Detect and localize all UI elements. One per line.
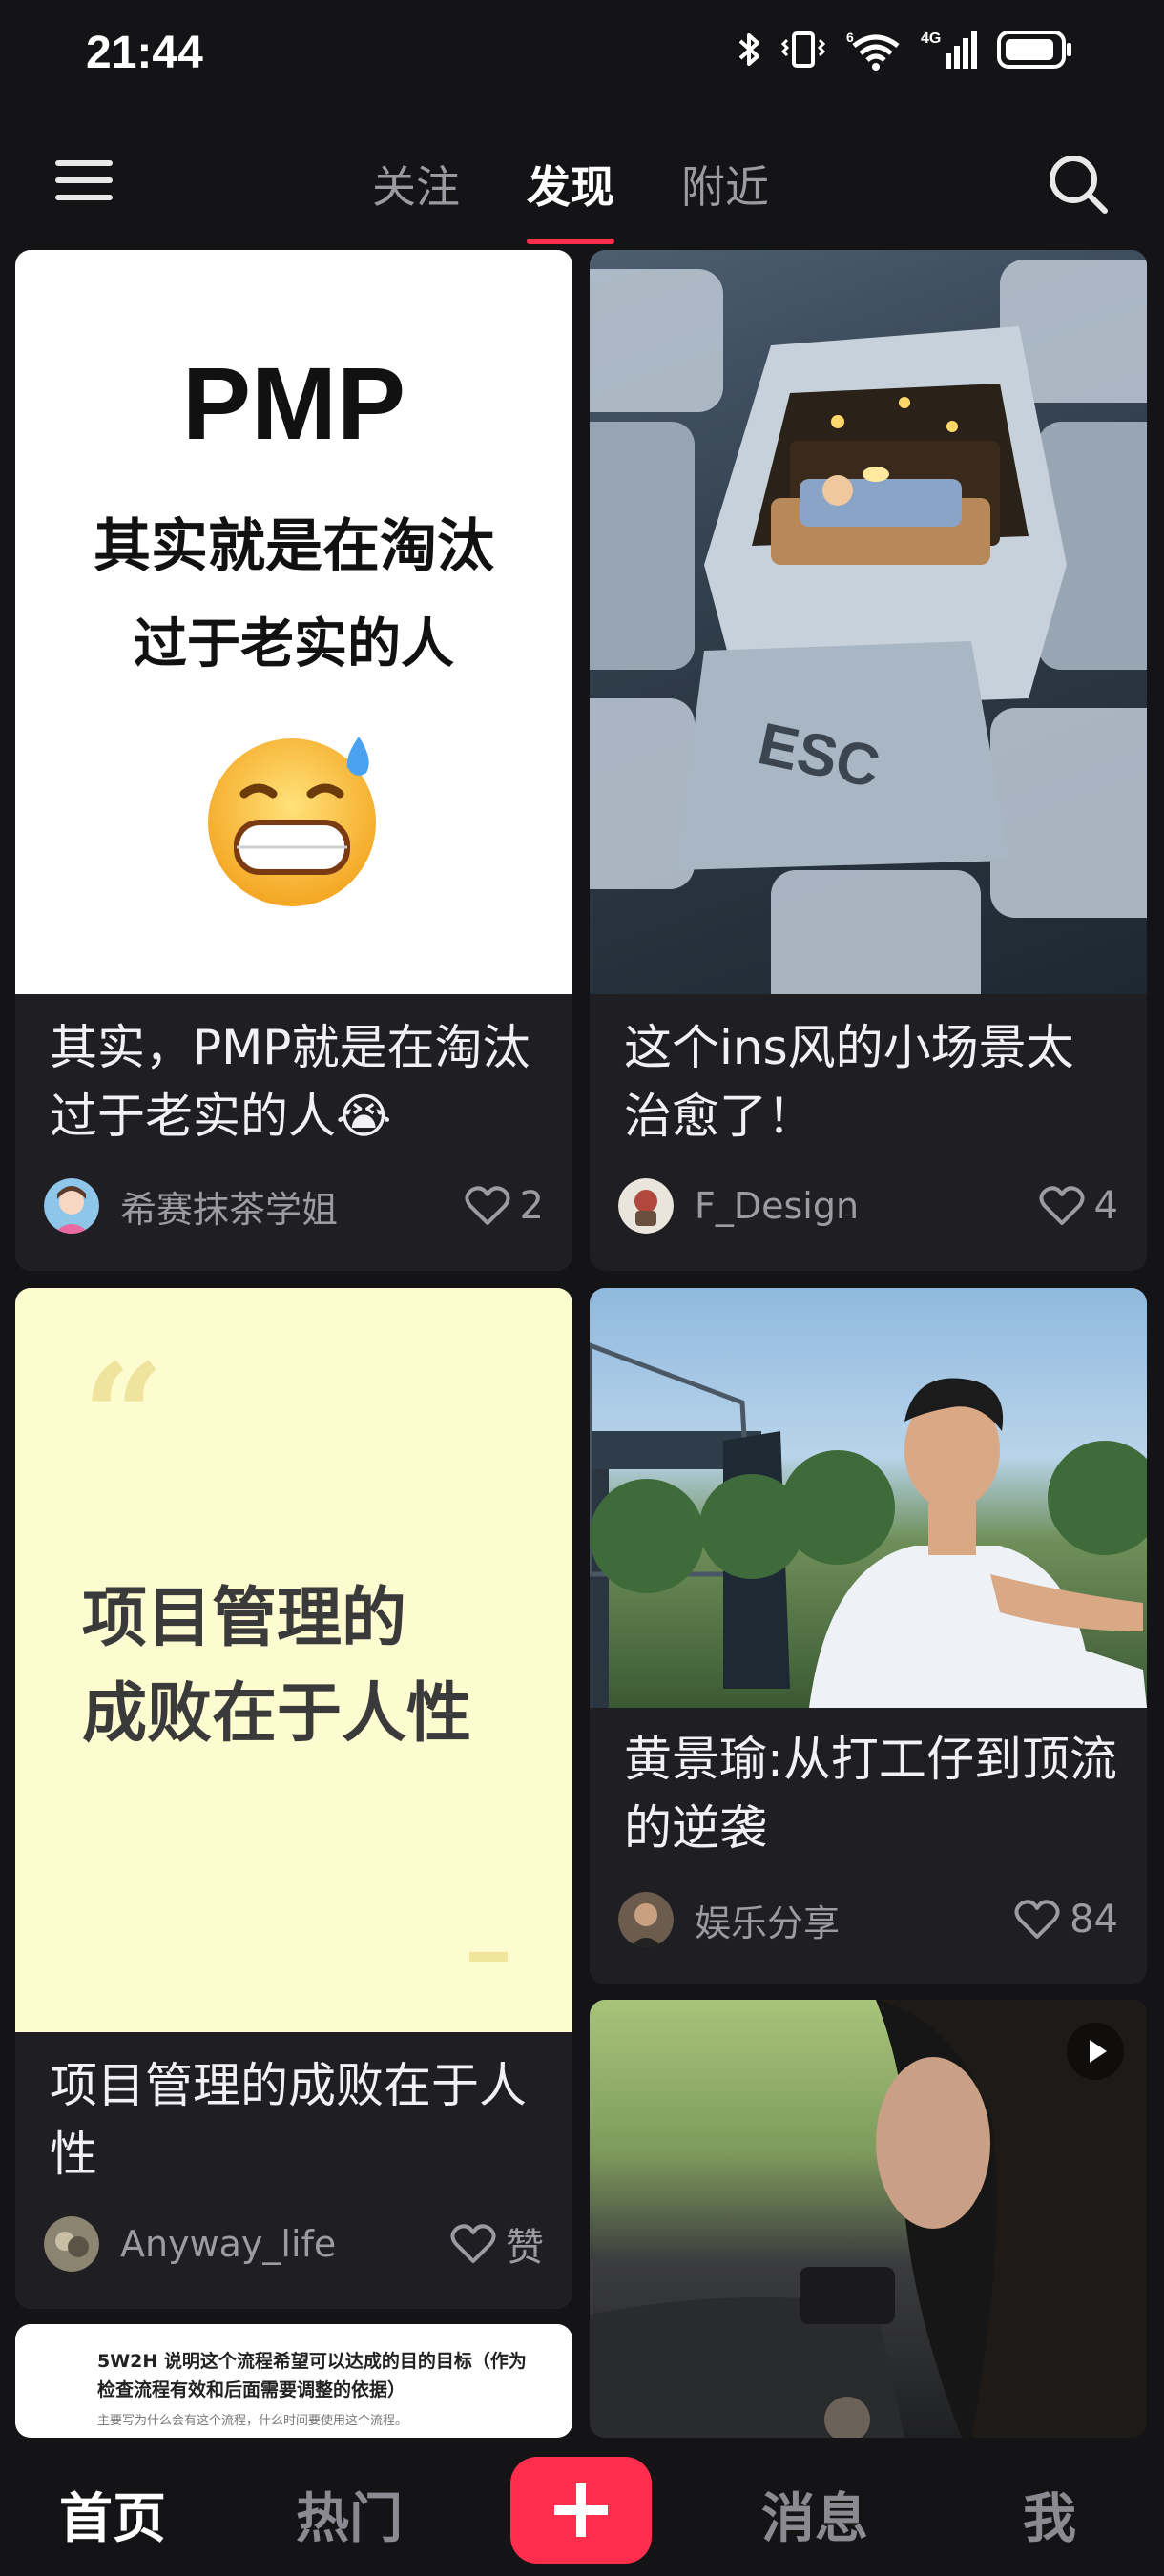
battery-icon [997,31,1071,69]
card-cover-image: 5W2H 说明这个流程希望可以达成的目的目标（作为 检查流程有效和后面需要调整的… [15,2324,572,2438]
feed-card[interactable]: PMP 其实就是在淘汰 过于老实的人 其实，PMP就是在淘汰过于老实的人😭 希赛… [15,250,572,1271]
nav-home[interactable]: 首页 [59,2476,166,2553]
card-meta: 娱乐分享 84 [618,1891,1118,1948]
video-thumbnail [590,2000,1147,2438]
status-icons: 6 4G [738,29,1073,71]
cover-line: 项目管理的 [82,1581,407,1656]
tab-discover[interactable]: 发现 [527,153,614,244]
play-badge[interactable] [1067,2023,1124,2080]
card-cover-image: PMP 其实就是在淘汰 过于老实的人 [15,250,572,994]
wifi-superscript: 6 [846,30,854,45]
keyboard-photo: ESC [590,260,1147,1023]
hamburger-icon[interactable] [55,160,113,208]
author-name[interactable]: Anyway_life [120,2223,450,2265]
feed-tabs: 关注 发现 附近 [372,153,769,244]
decor-dash [469,1952,508,1962]
cover-line: 成败在于人性 [82,1676,472,1752]
card-cover-image [590,2000,1147,2438]
plus-icon[interactable] [510,2457,652,2564]
status-time: 21:44 [86,28,203,78]
feed-card[interactable]: ESC 这个ins风的小场景太治愈了！ F_Design 4 [590,250,1147,1271]
author-name[interactable]: F_Design [695,1185,1039,1227]
heart-icon [1014,1900,1060,1939]
card-meta: F_Design 4 [618,1177,1118,1235]
author-name[interactable]: 希赛抹茶学姐 [120,1180,465,1233]
bluetooth-icon [738,33,759,66]
card-title: 其实，PMP就是在淘汰过于老实的人😭 [50,1020,530,1144]
play-icon [1090,2040,1107,2063]
card-meta: 希赛抹茶学姐 2 [44,1177,544,1235]
like-button[interactable]: 2 [465,1184,544,1228]
cover-heading: PMP [181,345,406,461]
avatar[interactable] [44,2216,99,2272]
grinning-sweat-emoji-icon [208,737,376,906]
doc-line: 5W2H 说明这个流程希望可以达成的目的目标（作为 [97,2351,527,2372]
cover-line: 过于老实的人 [134,613,454,675]
search-icon[interactable] [1045,151,1112,218]
heart-icon [1039,1186,1085,1225]
feed-card[interactable] [590,2000,1147,2438]
feed-card[interactable]: 黄景瑜:从打工仔到顶流的逆袭 娱乐分享 84 [590,1288,1147,1984]
feed-card[interactable]: 5W2H 说明这个流程希望可以达成的目的目标（作为 检查流程有效和后面需要调整的… [15,2324,572,2438]
cover-line: 其实就是在淘汰 [94,513,494,580]
status-bar: 21:44 6 4G [0,0,1164,114]
tab-following[interactable]: 关注 [372,153,460,216]
card-cover-image: ESC [590,250,1147,1023]
like-button[interactable]: 赞 [450,2216,544,2272]
nav-trending[interactable]: 热门 [296,2476,403,2553]
feed-card[interactable]: “ 项目管理的 成败在于人性 项目管理的成败在于人性 Anyway_life 赞 [15,1288,572,2309]
nav-messages[interactable]: 消息 [761,2476,868,2553]
card-cover-image [590,1288,1147,1708]
nav-me[interactable]: 我 [1023,2476,1076,2553]
like-count: 赞 [506,2226,544,2270]
author-name[interactable]: 娱乐分享 [695,1894,1014,1946]
like-count: 4 [1093,1184,1118,1228]
like-count: 2 [519,1184,544,1228]
avatar[interactable] [618,1178,674,1234]
avatar[interactable] [44,1178,99,1234]
doc-line: 主要写为什么会有这个流程，什么时间要使用这个流程。 [97,2414,408,2428]
card-title: 这个ins风的小场景太治愈了！ [624,1020,1074,1144]
bottom-nav: 首页 热门 消息 我 [0,2438,1164,2576]
card-cover-image: “ 项目管理的 成败在于人性 [15,1288,572,2032]
person-photo [590,1342,1147,1708]
like-button[interactable]: 4 [1039,1184,1118,1228]
like-count: 84 [1070,1898,1118,1942]
cellular-signal-icon: 4G [921,31,977,69]
wifi-icon: 6 [846,30,900,71]
tab-nearby[interactable]: 附近 [681,153,769,216]
card-title: 项目管理的成败在于人性 [50,2058,527,2182]
network-type: 4G [921,31,941,47]
heart-icon [465,1186,510,1225]
card-meta: Anyway_life 赞 [44,2215,544,2273]
like-button[interactable]: 84 [1014,1898,1118,1942]
vibrate-icon [780,31,826,68]
card-title: 黄景瑜:从打工仔到顶流的逆袭 [624,1732,1117,1856]
doc-line: 检查流程有效和后面需要调整的依据） [97,2379,406,2400]
top-nav: 关注 发现 附近 [0,143,1164,248]
avatar[interactable] [618,1892,674,1947]
quote-mark-icon: “ [82,1333,165,1501]
heart-icon [450,2224,496,2263]
